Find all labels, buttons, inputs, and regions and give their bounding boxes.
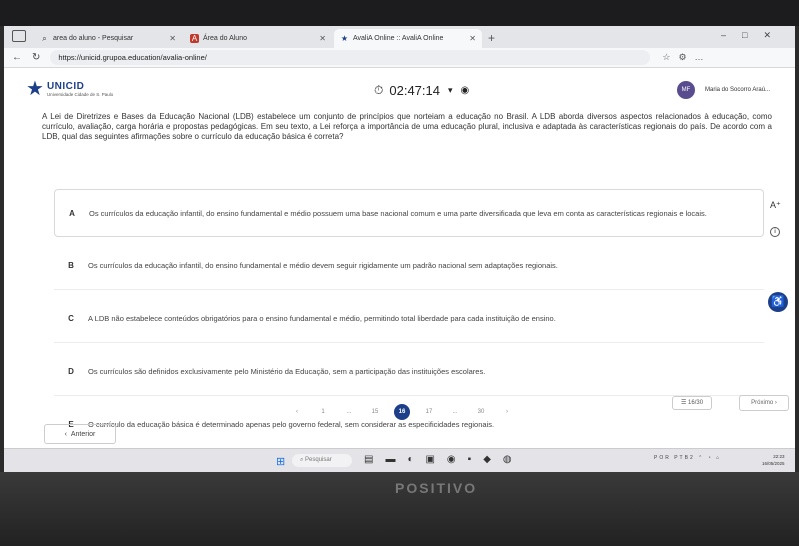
option-letter: D [68, 367, 74, 376]
app-icon: A [190, 34, 199, 43]
screen: ⌕ area do aluno - Pesquisar ✕ A Área do … [4, 26, 795, 472]
system-tray[interactable]: POR PTB2 ⌃ ◔ ⌂ [654, 455, 721, 461]
tab-area-aluno[interactable]: A Área do Aluno ✕ [184, 29, 332, 48]
timer-value: 02:47:14 [389, 83, 440, 98]
option-c[interactable]: C A LDB não estabelece conteúdos obrigat… [54, 295, 764, 343]
reload-icon[interactable]: ↻ [32, 52, 40, 63]
back-icon[interactable]: ← [12, 52, 22, 63]
monitor-brand: POSITIVO [395, 480, 478, 496]
eye-icon[interactable]: ◉ [461, 85, 470, 96]
user-profile[interactable]: MF Maria do Socorro Araú... [677, 81, 770, 99]
tab-label: area do aluno - Pesquisar [53, 35, 134, 42]
next-button[interactable]: Próximo › [739, 395, 789, 411]
windows-start-icon[interactable]: ⊞ [276, 455, 285, 468]
page-link[interactable]: 15 [362, 409, 388, 415]
window-controls[interactable]: –□✕ [721, 30, 787, 41]
option-text: Os currículos da educação infantil, do e… [88, 261, 558, 270]
page-link[interactable]: 1 [310, 409, 336, 415]
monitor-bezel-top [0, 0, 799, 26]
option-letter: B [68, 261, 74, 270]
close-icon[interactable]: ✕ [319, 34, 326, 43]
option-text: A LDB não estabelece conteúdos obrigatór… [88, 314, 556, 323]
date: 16/05/2025 [762, 461, 785, 466]
chevron-down-icon[interactable]: ▾ [448, 85, 453, 96]
previous-label: Anterior [70, 430, 96, 438]
side-tools: A⁺ i [770, 200, 781, 237]
new-tab-button[interactable]: + [488, 29, 495, 48]
time: 22:23 [773, 454, 785, 459]
list-icon: ☰ [680, 400, 689, 406]
address-bar: ← ↻ https://unicid.grupoa.education/aval… [4, 48, 795, 68]
option-text: O currículo da educação básica é determi… [88, 420, 495, 429]
question-progress[interactable]: ☰ 16/30 [672, 396, 712, 410]
pagination: ‹ 1 ... 15 16 17 ... 30 › [284, 404, 520, 420]
question-statement: A Lei de Diretrizes e Bases da Educação … [42, 112, 772, 141]
option-b[interactable]: B Os currículos da educação infantil, do… [54, 242, 764, 290]
window-menu-icon[interactable] [12, 30, 26, 42]
logo-subtitle: Universidade Cidade de S. Paulo [46, 92, 114, 97]
tab-search[interactable]: ⌕ area do aluno - Pesquisar ✕ [34, 29, 182, 48]
option-text: Os currículos são definidos exclusivamen… [88, 367, 486, 376]
taskbar-search[interactable]: ⌕ Pesquisar [292, 454, 352, 467]
page-current[interactable]: 16 [394, 404, 410, 420]
chevron-right-icon: › [774, 400, 777, 406]
tab-label: AvaliA Online :: AvaliA Online [353, 35, 444, 42]
chevron-left-icon[interactable]: ‹ [284, 409, 310, 415]
stopwatch-icon: ⏱ [374, 83, 384, 97]
search-placeholder: Pesquisar [305, 457, 332, 463]
next-label: Próximo [751, 400, 774, 406]
logo-name: UNICID [46, 81, 85, 92]
accessibility-icon[interactable]: ♿ [768, 292, 788, 312]
option-letter: A [69, 208, 75, 218]
info-icon[interactable]: i [770, 227, 780, 237]
tab-avalia[interactable]: ★ AvaliA Online :: AvaliA Online ✕ [334, 29, 482, 48]
chevron-right-icon[interactable]: › [494, 409, 520, 415]
avatar: MF [677, 81, 695, 99]
tab-label: Área do Aluno [203, 35, 247, 42]
close-icon[interactable]: ✕ [469, 34, 476, 43]
browser-toolbar-icons[interactable]: ☆⚙… [662, 52, 711, 63]
option-a[interactable]: A Os currículos da educação infantil, do… [54, 189, 764, 237]
search-icon: ⌕ [42, 34, 47, 43]
star-icon: ★ [340, 34, 349, 43]
previous-button[interactable]: ‹ Anterior [44, 424, 116, 444]
user-name: Maria do Socorro Araú... [705, 87, 771, 93]
app-header: ★ UNICID Universidade Cidade de S. Paulo… [4, 69, 795, 111]
close-icon[interactable]: ✕ [169, 34, 176, 43]
font-size-icon[interactable]: A⁺ [770, 200, 781, 211]
taskbar-apps[interactable]: ▤▬◐▣◉▪◆◍ [364, 454, 524, 465]
url-field[interactable]: https://unicid.grupoa.education/avalia-o… [50, 50, 651, 65]
option-d[interactable]: D Os currículos são definidos exclusivam… [54, 348, 764, 396]
tray-lang: POR PTB2 [654, 455, 695, 461]
page-link[interactable]: 30 [468, 409, 494, 415]
progress-value: 16/30 [688, 400, 704, 406]
page-ellipsis: ... [452, 409, 458, 415]
page-link[interactable]: 17 [416, 409, 442, 415]
taskbar-clock[interactable]: 22:23 16/05/2025 [762, 453, 785, 467]
exam-timer: ⏱ 02:47:14 ▾ ◉ [374, 83, 469, 98]
taskbar: ⊞ ⌕ Pesquisar ▤▬◐▣◉▪◆◍ POR PTB2 ⌃ ◔ ⌂ 22… [4, 448, 795, 472]
url-text: https://unicid.grupoa.education/avalia-o… [58, 53, 207, 62]
unicid-logo: ★ UNICID Universidade Cidade de S. Paulo [26, 79, 113, 99]
star-logo-icon: ★ [26, 78, 44, 100]
option-text: Os currículos da educação infantil, do e… [89, 208, 707, 218]
option-letter: C [68, 314, 74, 323]
page-ellipsis: ... [346, 409, 352, 415]
browser-tabbar: ⌕ area do aluno - Pesquisar ✕ A Área do … [4, 26, 795, 48]
